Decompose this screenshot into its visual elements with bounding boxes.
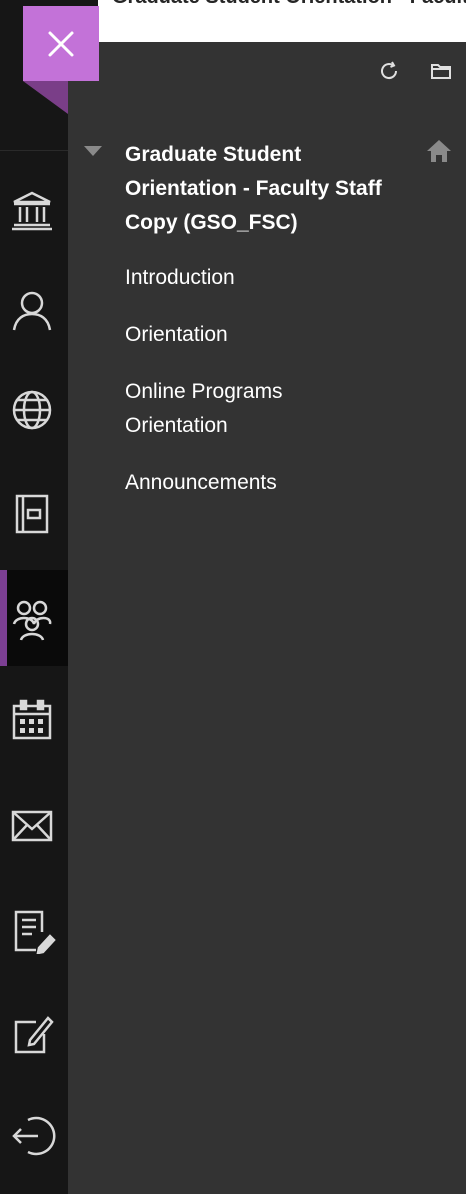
- tools-icon: [14, 1016, 54, 1054]
- rail-item-institution[interactable]: [0, 162, 68, 258]
- rail-item-calendar[interactable]: [0, 672, 68, 768]
- courses-icon: [15, 494, 49, 534]
- rail-item-globe[interactable]: [0, 362, 68, 458]
- menu-link-announcements[interactable]: Announcements: [125, 466, 425, 500]
- rail-item-sign-out[interactable]: [0, 1088, 68, 1184]
- page-header: Graduate Student Orientation - Faculty S…: [98, 0, 466, 42]
- rail-item-grades[interactable]: [0, 882, 68, 978]
- organizations-icon: [12, 600, 52, 641]
- rail-item-messages[interactable]: [0, 778, 68, 874]
- sign-out-icon: [12, 1116, 56, 1156]
- calendar-icon: [12, 699, 52, 740]
- menu-link-orientation[interactable]: Orientation: [125, 318, 425, 352]
- globe-icon: [12, 390, 52, 430]
- collapse-caret-icon[interactable]: [84, 146, 102, 156]
- messages-icon: [11, 810, 53, 842]
- institution-icon: [12, 191, 52, 231]
- refresh-icon: [381, 61, 398, 80]
- rail-item-tools[interactable]: [0, 986, 68, 1082]
- rail-divider: [0, 150, 68, 151]
- rail-item-courses[interactable]: [0, 466, 68, 562]
- profile-icon: [12, 291, 52, 331]
- grades-icon: [14, 910, 56, 954]
- close-icon: [48, 31, 74, 56]
- folder-view-button[interactable]: [426, 56, 456, 86]
- course-menu-panel: Graduate Student Orientation - Faculty S…: [68, 42, 466, 1194]
- refresh-button[interactable]: [374, 56, 404, 86]
- rail-item-organizations[interactable]: [0, 570, 68, 666]
- rail-item-profile[interactable]: [0, 262, 68, 358]
- global-nav-rail: [0, 0, 68, 1194]
- menu-link-online-programs-orientation[interactable]: Online Programs Orientation: [125, 375, 345, 443]
- folder-icon: [431, 64, 451, 79]
- close-button-tail: [23, 81, 68, 114]
- course-title[interactable]: Graduate Student Orientation - Faculty S…: [125, 138, 395, 240]
- close-menu-button[interactable]: [23, 6, 99, 81]
- home-icon[interactable]: [423, 135, 455, 167]
- page-title: Graduate Student Orientation - Faculty S…: [112, 0, 466, 9]
- menu-link-introduction[interactable]: Introduction: [125, 261, 425, 295]
